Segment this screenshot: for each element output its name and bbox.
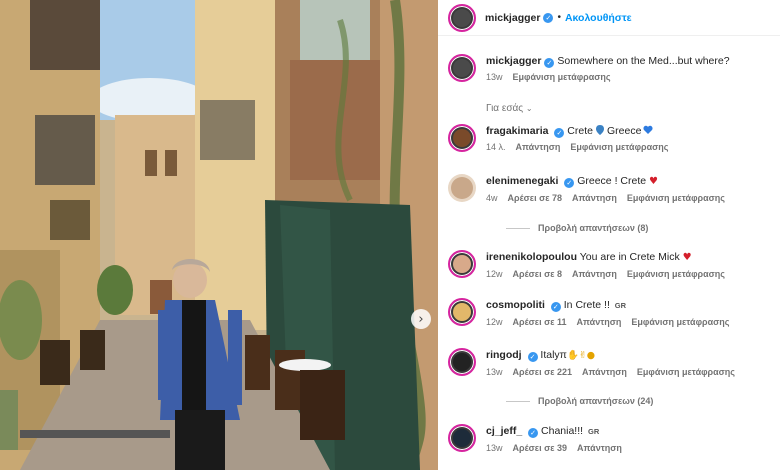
follow-button[interactable]: Ακολουθήστε — [565, 12, 632, 24]
comment-time: 13w — [486, 367, 503, 377]
likes-count[interactable]: Αρέσει σε 8 — [513, 269, 563, 279]
comment-item: elenimenegaki ✓ Greece ! Crete ♥ 4w Αρέσ… — [448, 174, 772, 203]
avatar[interactable] — [448, 3, 476, 32]
comment-time: 4w — [486, 193, 498, 203]
carousel-next-button[interactable]: › — [411, 309, 431, 329]
reply-button[interactable]: Απάντηση — [577, 317, 622, 327]
verified-badge-icon: ✓ — [527, 352, 538, 362]
comment-text: Chania!!! — [541, 425, 584, 437]
caption: mickjagger ✓ Somewhere on the Med...but w… — [448, 54, 772, 82]
comment-text-part: Crete — [567, 125, 593, 137]
comment-text: In Crete !! — [563, 299, 610, 311]
translate-link[interactable]: Εμφάνιση μετάφρασης — [631, 317, 729, 327]
avatar[interactable] — [448, 348, 476, 376]
red-heart-icon: ♥ — [649, 176, 658, 187]
post-header: mickjagger ✓ • Ακολουθήστε — [438, 0, 780, 36]
comment-username[interactable]: elenimenegaki — [486, 175, 558, 187]
reply-button[interactable]: Απάντηση — [572, 269, 617, 279]
view-replies-label: Προβολή απαντήσεων (8) — [538, 223, 649, 233]
verified-badge-icon: ✓ — [554, 128, 565, 138]
comment-item: cosmopoliti ✓ In Crete !! GR 12w Αρέσει … — [448, 298, 772, 327]
view-replies-label: Προβολή απαντήσεων (24) — [538, 396, 654, 406]
red-heart-icon: ♥ — [682, 252, 692, 263]
likes-count[interactable]: Αρέσει σε 221 — [513, 367, 573, 377]
comment-text: Italyπ — [540, 349, 567, 361]
filter-label: Για εσάς — [486, 103, 524, 114]
caption-username[interactable]: mickjagger — [486, 55, 541, 67]
comment-time: 13w — [486, 443, 503, 453]
comments-panel: mickjagger ✓ • Ακολουθήστε mickjagger ✓ S… — [438, 0, 780, 470]
comment-item: ringodj ✓ Italyπ✋✌● 13w Αρέσει σε 221 Απ… — [448, 348, 772, 377]
comment-username[interactable]: cj_jeff_ — [486, 425, 522, 437]
verified-badge-icon: ✓ — [543, 12, 554, 23]
separator-dot: • — [557, 12, 561, 23]
gr-flag-badge: GR — [614, 301, 627, 310]
translate-link[interactable]: Εμφάνιση μετάφρασης — [570, 142, 668, 152]
translate-link[interactable]: Εμφάνιση μετάφρασης — [513, 72, 611, 82]
translate-link[interactable]: Εμφάνιση μετάφρασης — [627, 269, 725, 279]
comment-text-part: Greece — [606, 125, 642, 137]
comment-time: 12w — [486, 269, 503, 279]
comment-time: 14 λ. — [486, 142, 506, 152]
likes-count[interactable]: Αρέσει σε 78 — [508, 193, 563, 203]
comment-text: Greece ! Crete — [577, 175, 647, 187]
view-replies-button[interactable]: Προβολή απαντήσεων (8) — [506, 223, 648, 233]
avatar[interactable] — [448, 424, 476, 452]
reply-button[interactable]: Απάντηση — [577, 443, 622, 453]
replies-divider — [506, 227, 530, 229]
avatar[interactable] — [448, 174, 476, 202]
reply-button[interactable]: Απάντηση — [582, 367, 627, 377]
reply-button[interactable]: Απάντηση — [572, 193, 617, 203]
avatar[interactable] — [448, 298, 476, 326]
comment-item: irenenikolopoulou You are in Crete Mick … — [448, 250, 772, 279]
gr-flag-badge: GR — [587, 427, 600, 436]
avatar[interactable] — [448, 54, 476, 82]
comment-username[interactable]: cosmopoliti — [486, 299, 545, 311]
likes-count[interactable]: Αρέσει σε 39 — [513, 443, 568, 453]
translate-link[interactable]: Εμφάνιση μετάφρασης — [627, 193, 725, 203]
comment-item: cj_jeff_ ✓ Chania!!! GR 13w Αρέσει σε 39… — [448, 424, 772, 453]
comment-username[interactable]: irenenikolopoulou — [486, 251, 577, 263]
comment-text: You are in Crete Mick — [579, 251, 680, 263]
comment-username[interactable]: ringodj — [486, 349, 522, 361]
reply-button[interactable]: Απάντηση — [516, 142, 561, 152]
likes-count[interactable]: Αρέσει σε 11 — [513, 317, 567, 327]
chevron-down-icon: ⌄ — [525, 104, 533, 113]
replies-divider — [506, 400, 530, 402]
translate-link[interactable]: Εμφάνιση μετάφρασης — [637, 367, 735, 377]
blue-heart-icon — [643, 125, 653, 134]
comments-filter[interactable]: Για εσάς ⌄ — [486, 103, 533, 114]
verified-badge-icon: ✓ — [544, 58, 555, 68]
avatar[interactable] — [448, 124, 476, 152]
map-pin-icon — [595, 125, 604, 135]
chevron-right-icon: › — [418, 311, 424, 327]
post-photo: › — [0, 0, 438, 470]
caption-text: Somewhere on the Med...but where? — [557, 55, 730, 67]
view-replies-button[interactable]: Προβολή απαντήσεων (24) — [506, 396, 653, 406]
caption-time: 13w — [486, 72, 503, 82]
verified-badge-icon: ✓ — [528, 428, 539, 438]
header-username[interactable]: mickjagger — [485, 12, 540, 24]
comment-item: fragakimaria ✓ Crete Greece 14 λ. Απάντησ… — [448, 124, 772, 152]
hand-emoji-icon: ✋✌● — [566, 350, 596, 361]
avatar[interactable] — [448, 250, 476, 278]
comment-time: 12w — [486, 317, 503, 327]
street-scene-image — [0, 0, 438, 470]
comment-username[interactable]: fragakimaria — [486, 125, 548, 137]
verified-badge-icon: ✓ — [550, 302, 561, 312]
verified-badge-icon: ✓ — [564, 178, 575, 188]
